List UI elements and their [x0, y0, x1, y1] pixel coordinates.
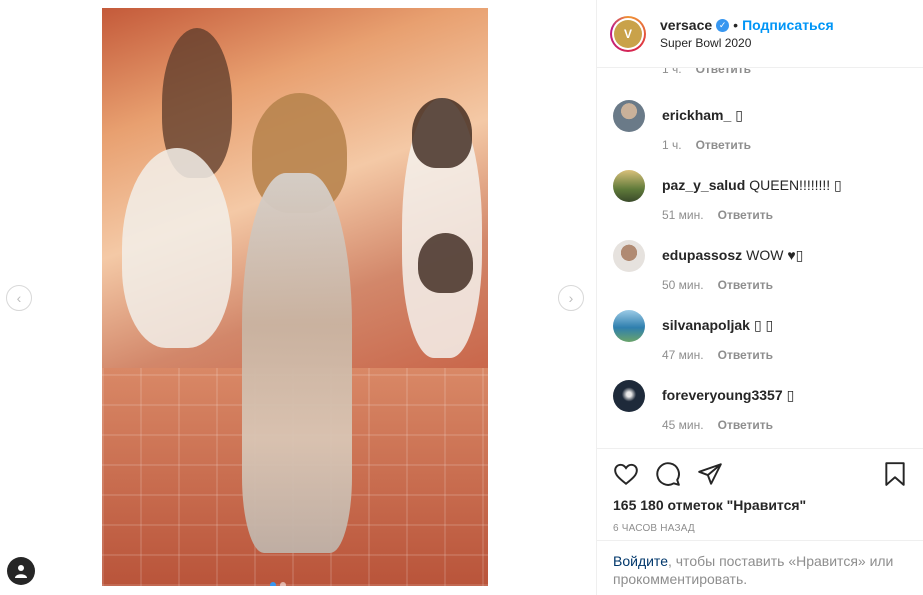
- commenter-username[interactable]: erickham_: [662, 107, 731, 123]
- comment-text: WOW ♥▯: [746, 247, 804, 263]
- comment-meta-partial: 1 ч. Ответить: [662, 68, 765, 76]
- bookmark-icon[interactable]: [882, 461, 908, 487]
- share-icon[interactable]: [697, 461, 723, 487]
- photo-performer-body: [242, 173, 352, 553]
- photo-dancer-4: [412, 98, 472, 168]
- login-prompt: Войдите, чтобы поставить «Нравится» или …: [597, 540, 923, 595]
- comment-item: paz_y_salud QUEEN!!!!!!!! ▯ 51 мин. Ответи…: [613, 170, 842, 222]
- separator-dot: •: [733, 17, 739, 33]
- author-username[interactable]: versace: [660, 17, 712, 33]
- comment-time: 47 мин.: [662, 348, 704, 362]
- commenter-username[interactable]: silvanapoljak: [662, 317, 750, 333]
- commenter-avatar[interactable]: [613, 100, 645, 132]
- comments-list[interactable]: 1 ч. Ответить erickham_ ▯ 1 ч. Ответить paz…: [597, 68, 923, 448]
- author-info: versace ✓ • Подписаться Super Bowl 2020: [660, 17, 834, 50]
- comment-time: 1 ч.: [662, 68, 682, 76]
- comment-item: erickham_ ▯ 1 ч. Ответить: [613, 100, 751, 152]
- comment-item: edupassosz WOW ♥▯ 50 мин. Ответить: [613, 240, 803, 292]
- commenter-avatar[interactable]: [613, 310, 645, 342]
- comment-text: ▯: [735, 107, 743, 123]
- post-timestamp[interactable]: 6 часов назад: [613, 523, 908, 534]
- carousel-dot-active: [270, 582, 276, 586]
- comment-item: foreveryoung3357 ▯ 45 мин. Ответить: [613, 380, 794, 432]
- chevron-right-icon: ›: [568, 290, 574, 306]
- post-actions: 165 180 отметок "Нравится" 6 часов назад: [597, 448, 923, 534]
- reply-button[interactable]: Ответить: [696, 68, 751, 76]
- comment-text: QUEEN!!!!!!!! ▯: [749, 177, 842, 193]
- post-location[interactable]: Super Bowl 2020: [660, 36, 834, 50]
- reply-button[interactable]: Ответить: [696, 138, 751, 152]
- comment-item: silvanapoljak ▯ ▯ 47 мин. Ответить: [613, 310, 773, 362]
- comment-text: ▯ ▯: [753, 317, 774, 333]
- likes-count[interactable]: 165 180 отметок "Нравится": [613, 497, 908, 513]
- heart-icon[interactable]: [613, 461, 639, 487]
- reply-button[interactable]: Ответить: [718, 208, 773, 222]
- reply-button[interactable]: Ответить: [718, 418, 773, 432]
- versace-logo-icon: V: [614, 19, 642, 48]
- commenter-username[interactable]: foreveryoung3357: [662, 387, 783, 403]
- chevron-left-icon: ‹: [16, 290, 22, 306]
- commenter-avatar[interactable]: [613, 380, 645, 412]
- user-profile-button[interactable]: [7, 557, 35, 585]
- comment-time: 1 ч.: [662, 138, 682, 152]
- carousel-next-button[interactable]: ›: [558, 285, 584, 311]
- post-photo[interactable]: [102, 8, 488, 586]
- comment-text: ▯: [786, 387, 795, 403]
- post-header: V versace ✓ • Подписаться Super Bowl 202…: [597, 0, 923, 68]
- post-side-panel: V versace ✓ • Подписаться Super Bowl 202…: [596, 0, 923, 595]
- media-area: ‹ ›: [0, 0, 596, 595]
- commenter-avatar[interactable]: [613, 240, 645, 272]
- comment-time: 50 мин.: [662, 278, 704, 292]
- verified-badge-icon: ✓: [716, 18, 730, 32]
- carousel-dot: [280, 582, 286, 586]
- commenter-avatar[interactable]: [613, 170, 645, 202]
- reply-button[interactable]: Ответить: [718, 278, 773, 292]
- comment-time: 51 мин.: [662, 208, 704, 222]
- login-link[interactable]: Войдите: [613, 553, 668, 569]
- commenter-username[interactable]: edupassosz: [662, 247, 742, 263]
- comment-icon[interactable]: [655, 461, 681, 487]
- carousel-dots: [270, 582, 286, 586]
- commenter-username[interactable]: paz_y_salud: [662, 177, 745, 193]
- carousel-prev-button[interactable]: ‹: [6, 285, 32, 311]
- author-avatar[interactable]: V: [610, 15, 646, 52]
- reply-button[interactable]: Ответить: [718, 348, 773, 362]
- user-icon: [15, 565, 27, 578]
- photo-dancer-2: [122, 148, 232, 348]
- photo-dancer-5: [418, 233, 473, 293]
- comment-time: 45 мин.: [662, 418, 704, 432]
- follow-button[interactable]: Подписаться: [742, 17, 834, 33]
